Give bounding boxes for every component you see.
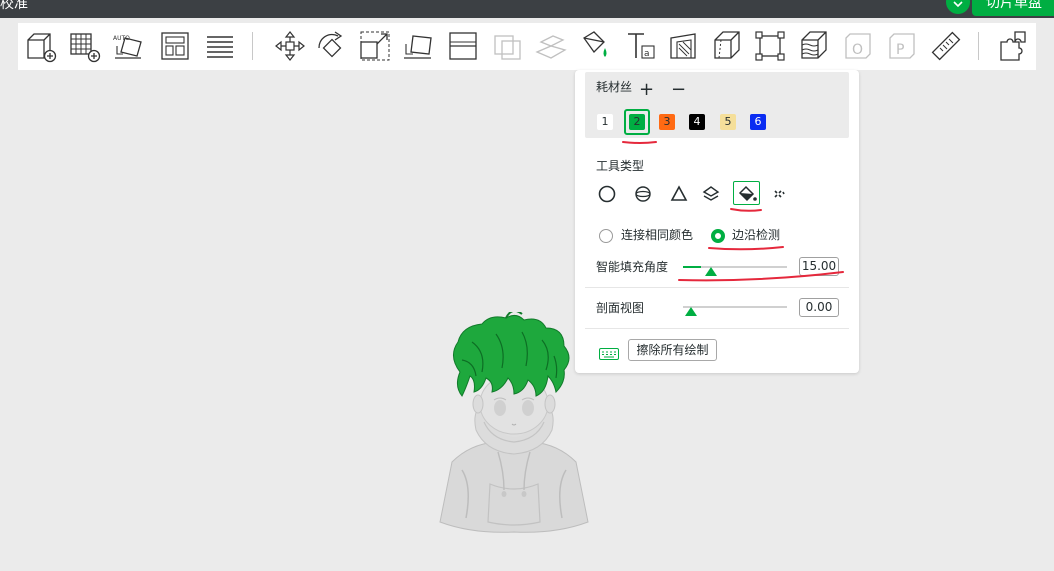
annotation-underline-edge-detection (708, 246, 784, 251)
annotation-underline-filament (622, 141, 657, 144)
annotation-marks (622, 141, 844, 282)
annotation-underline-fill-tool (730, 208, 762, 212)
annotation-underline-smart-fill (678, 271, 844, 282)
